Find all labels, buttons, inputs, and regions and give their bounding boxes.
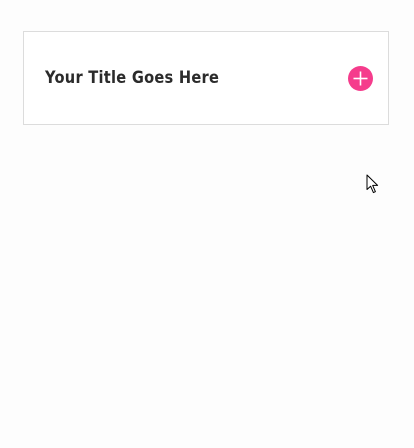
accordion-title: Your Title Goes Here xyxy=(45,68,220,88)
accordion-header[interactable]: Your Title Goes Here xyxy=(23,31,389,125)
mouse-pointer-icon xyxy=(366,174,379,194)
page: Your Title Goes Here xyxy=(0,0,414,448)
plus-circle-icon xyxy=(348,65,373,91)
accordion-toggle-button[interactable] xyxy=(348,65,373,91)
